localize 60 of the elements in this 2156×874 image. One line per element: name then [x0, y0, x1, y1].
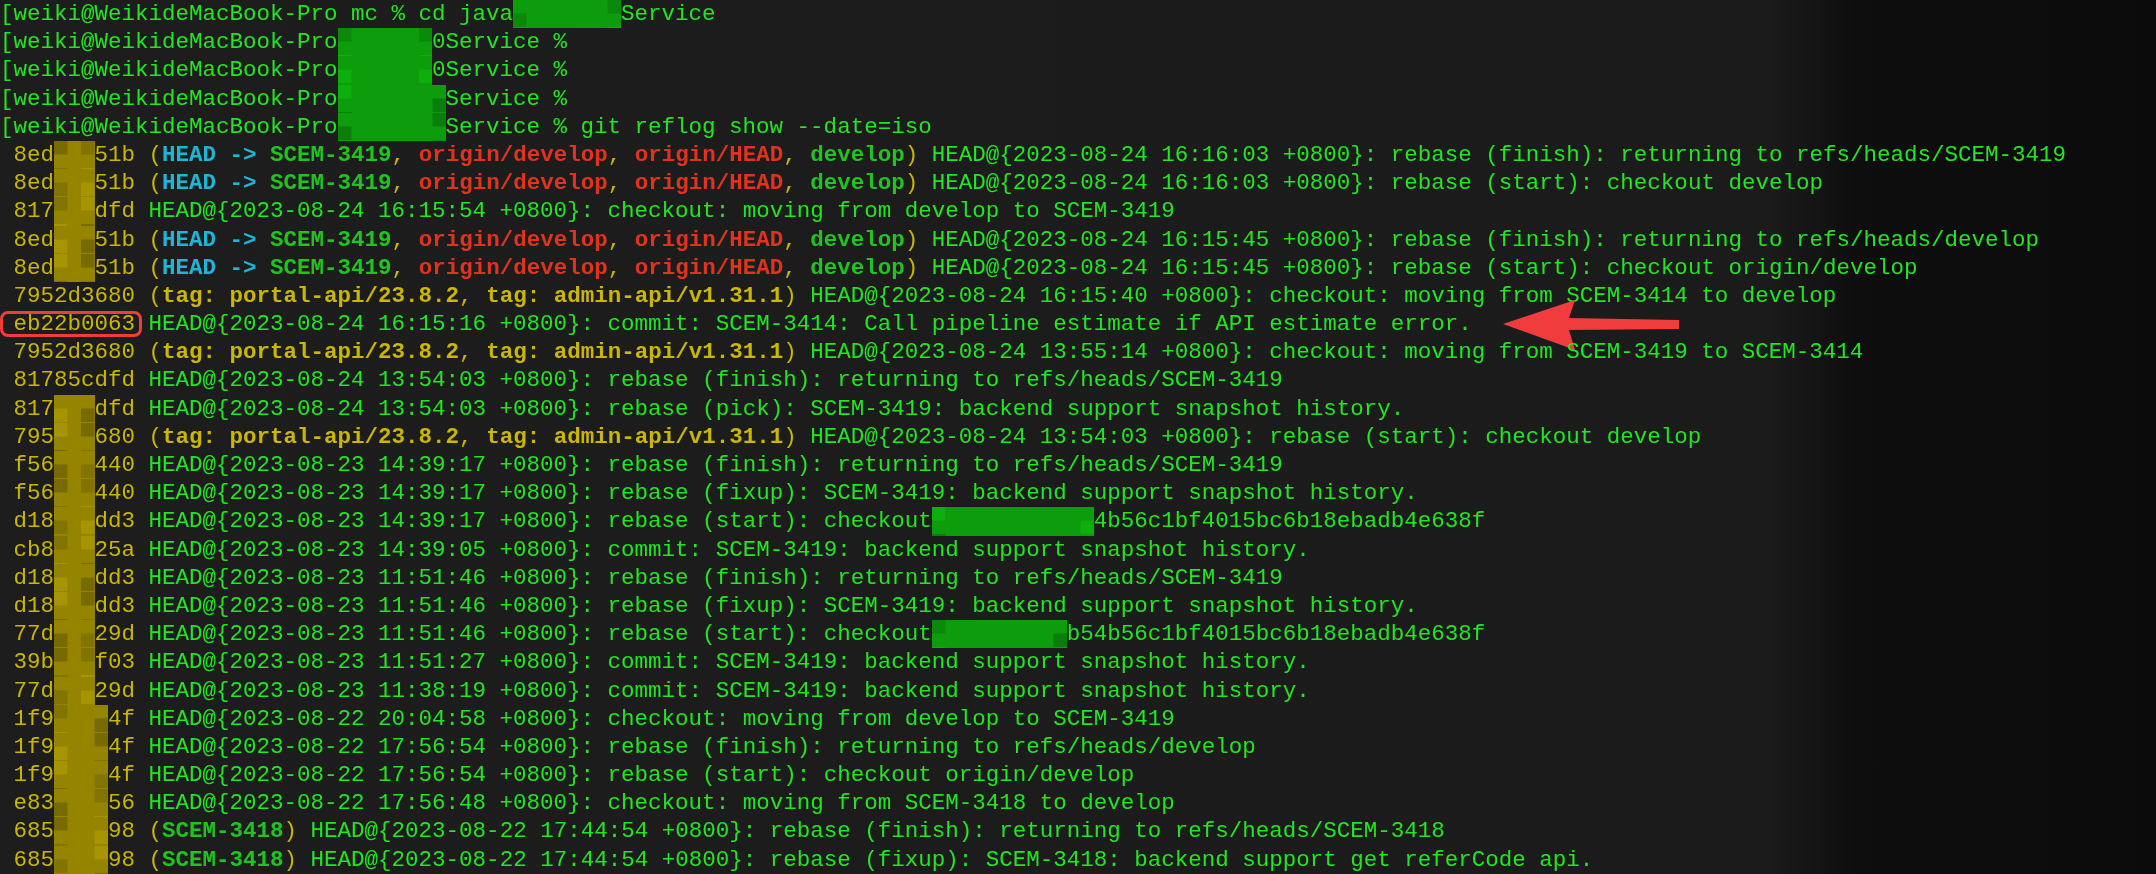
terminal-line: cb8: [12, 535, 54, 564]
terminal-line: [weiki@WeikideMacBook-Pro: [0, 56, 338, 85]
terminal-line: dfd HEAD@{2023-08-24 16:15:54 +0800}: checkout: moving from develop to SCEM-3419: [94, 197, 1175, 226]
terminal-line: 440 HEAD@{2023-08-23 14:39:17 +0800}: rebase (finish): returning to refs/heads/SCEM-3419: [94, 451, 1283, 480]
terminal-line: 51b (HEAD -> SCEM-3419, origin/develop, origin/HEAD, develop) HEAD@{2023-08-24 16:16:03 +0800}: rebase (finish): returning to refs/heads/SCEM-3419: [94, 140, 2066, 170]
terminal-line: f03 HEAD@{2023-08-23 11:51:27 +0800}: commit: SCEM-3419: backend support snapshot history.: [94, 648, 1310, 677]
terminal-line: 0Service %: [432, 28, 568, 57]
terminal-line: Service %: [445, 84, 568, 113]
terminal-line: [weiki@WeikideMacBook-Pro: [0, 112, 338, 141]
terminal-line: 4f HEAD@{2023-08-22 17:56:54 +0800}: rebase (start): checkout origin/develop: [108, 761, 1135, 790]
terminal-line: 1f9: [12, 761, 54, 790]
terminal-line: d18: [12, 591, 54, 621]
terminal-line: dfd HEAD@{2023-08-24 13:54:03 +0800}: rebase (pick): SCEM-3419: backend support snapshot history.: [94, 394, 1405, 423]
terminal-line: 8ed: [12, 169, 54, 198]
terminal-line: Service % git reflog show --date=iso: [445, 112, 932, 141]
terminal-line: f56: [12, 479, 54, 508]
terminal-line: 77d: [12, 676, 54, 705]
terminal-line: 51b (HEAD -> SCEM-3419, origin/develop, origin/HEAD, develop) HEAD@{2023-08-24 16:15:45 +0800}: rebase (start): checkout origin/develop: [94, 253, 1918, 282]
terminal-line: [weiki@WeikideMacBook-Pro: [0, 28, 338, 57]
terminal-line: 8ed: [12, 253, 54, 282]
terminal-line: 98 (SCEM-3418) HEAD@{2023-08-22 17:44:54 +0800}: rebase (finish): returning to refs/heads/SCEM-3418: [108, 817, 1445, 846]
terminal-line: 7952d3680 (tag: portal-api/23.8.2, tag: admin-api/v1.31.1) HEAD@{2023-08-24 16:15:40 +0800}: checkout: moving from SCEM-3414 to develop: [12, 281, 1837, 311]
terminal-line: dd3 HEAD@{2023-08-23 11:51:46 +0800}: rebase (fixup): SCEM-3419: backend support snapshot history.: [94, 591, 1418, 621]
terminal-line: eb22b0063 HEAD@{2023-08-24 16:15:16 +0800}: commit: SCEM-3414: Call pipeline estimate if API estimate error.: [12, 310, 1472, 339]
terminal-line: 817: [12, 394, 54, 423]
terminal-line: d18: [12, 507, 54, 536]
terminal-line: [weiki@WeikideMacBook-Pro mc % cd java: [0, 0, 514, 29]
terminal-line: 29d HEAD@{2023-08-23 11:38:19 +0800}: commit: SCEM-3419: backend support snapshot history.: [94, 676, 1310, 705]
terminal-line: 29d HEAD@{2023-08-23 11:51:46 +0800}: rebase (start): checkout: [94, 620, 932, 649]
terminal-line: 8ed: [12, 225, 54, 254]
terminal-line: 4f HEAD@{2023-08-22 20:04:58 +0800}: checkout: moving from develop to SCEM-3419: [108, 704, 1175, 733]
terminal-line: dd3 HEAD@{2023-08-23 14:39:17 +0800}: rebase (start): checkout: [94, 507, 932, 536]
terminal-line: 51b (HEAD -> SCEM-3419, origin/develop, origin/HEAD, develop) HEAD@{2023-08-24 16:15:45 +0800}: rebase (finish): returning to refs/heads/develop: [94, 225, 2039, 254]
terminal-line: 440 HEAD@{2023-08-23 14:39:17 +0800}: rebase (fixup): SCEM-3419: backend support snapshot history.: [94, 479, 1418, 508]
terminal-line: 77d: [12, 620, 54, 649]
terminal-line: [weiki@WeikideMacBook-Pro: [0, 84, 338, 113]
terminal-line: 39b: [12, 648, 54, 677]
terminal-line: 98 (SCEM-3418) HEAD@{2023-08-22 17:44:54 +0800}: rebase (fixup): SCEM-3418: backend support get referCode api.: [108, 845, 1594, 874]
terminal-line: 7952d3680 (tag: portal-api/23.8.2, tag: admin-api/v1.31.1) HEAD@{2023-08-24 13:55:14 +0800}: checkout: moving from SCEM-3419 to SCEM-3414: [12, 338, 1864, 367]
terminal-line: 1f9: [12, 732, 54, 762]
terminal-line: 817: [12, 197, 54, 226]
terminal-line: e83: [12, 789, 54, 818]
terminal-line: 4b56c1bf4015bc6b18ebadb4e638f: [1093, 507, 1486, 536]
terminal-line: 795: [12, 422, 54, 451]
terminal-line: d18: [12, 563, 54, 592]
terminal-line: Service: [621, 0, 716, 29]
terminal-line: f56: [12, 451, 54, 480]
terminal-line: 81785cdfd HEAD@{2023-08-24 13:54:03 +0800}: rebase (finish): returning to refs/heads/SCEM-3419: [12, 366, 1283, 395]
terminal-line: 680 (tag: portal-api/23.8.2, tag: admin-api/v1.31.1) HEAD@{2023-08-24 13:54:03 +0800}: rebase (start): checkout develop: [94, 422, 1702, 451]
terminal-line: 685: [12, 845, 54, 874]
terminal-line: b54b56c1bf4015bc6b18ebadb4e638f: [1066, 620, 1486, 649]
terminal-line: 0Service %: [432, 56, 568, 85]
terminal-line: 1f9: [12, 704, 54, 733]
terminal-line: 56 HEAD@{2023-08-22 17:56:48 +0800}: checkout: moving from SCEM-3418 to develop: [108, 789, 1175, 818]
terminal-line: 25a HEAD@{2023-08-23 14:39:05 +0800}: commit: SCEM-3419: backend support snapshot history.: [94, 535, 1310, 564]
terminal-line: 51b (HEAD -> SCEM-3419, origin/develop, origin/HEAD, develop) HEAD@{2023-08-24 16:16:03 +0800}: rebase (start): checkout develop: [94, 169, 1823, 198]
terminal-line: 4f HEAD@{2023-08-22 17:56:54 +0800}: rebase (finish): returning to refs/heads/develop: [108, 732, 1256, 762]
terminal-line: dd3 HEAD@{2023-08-23 11:51:46 +0800}: rebase (finish): returning to refs/heads/SCEM-3419: [94, 563, 1283, 592]
terminal-line: 8ed: [12, 140, 54, 170]
terminal-line: 685: [12, 817, 54, 846]
